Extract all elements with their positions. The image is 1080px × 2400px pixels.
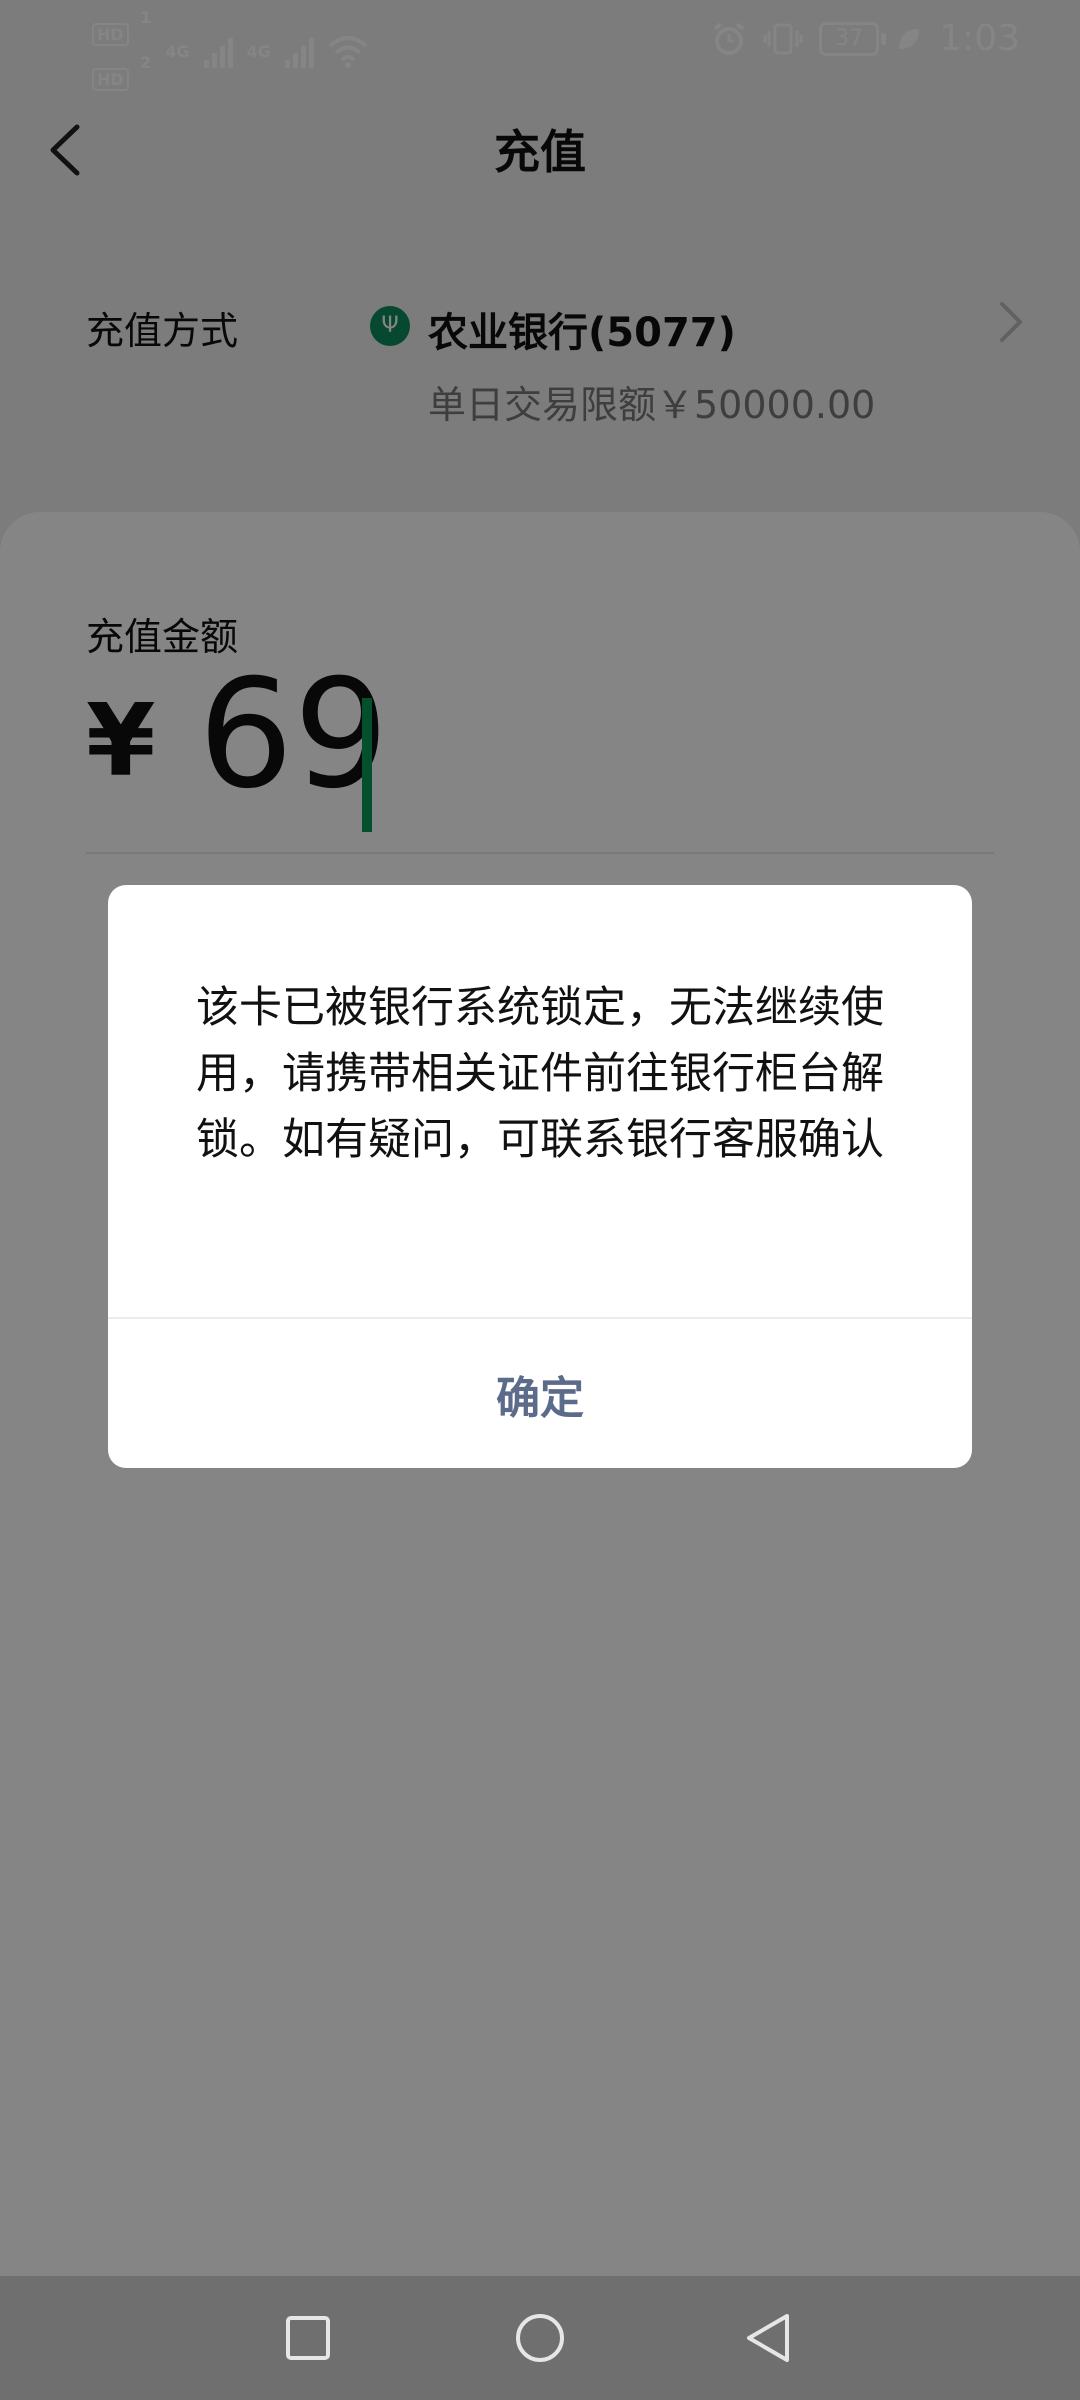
square-icon <box>286 2316 330 2360</box>
nav-back-button[interactable] <box>736 2306 800 2370</box>
confirm-button[interactable]: 确定 <box>108 1319 972 1468</box>
recent-apps-button[interactable] <box>276 2306 340 2370</box>
circle-icon <box>516 2314 564 2362</box>
home-button[interactable] <box>508 2306 572 2370</box>
alert-dialog: 该卡已被银行系统锁定，无法继续使用，请携带相关证件前往银行柜台解锁。如有疑问，可… <box>108 885 972 1468</box>
triangle-back-icon <box>747 2314 789 2362</box>
dialog-message: 该卡已被银行系统锁定，无法继续使用，请携带相关证件前往银行柜台解锁。如有疑问，可… <box>196 983 884 1165</box>
system-nav-bar <box>0 2276 1080 2400</box>
